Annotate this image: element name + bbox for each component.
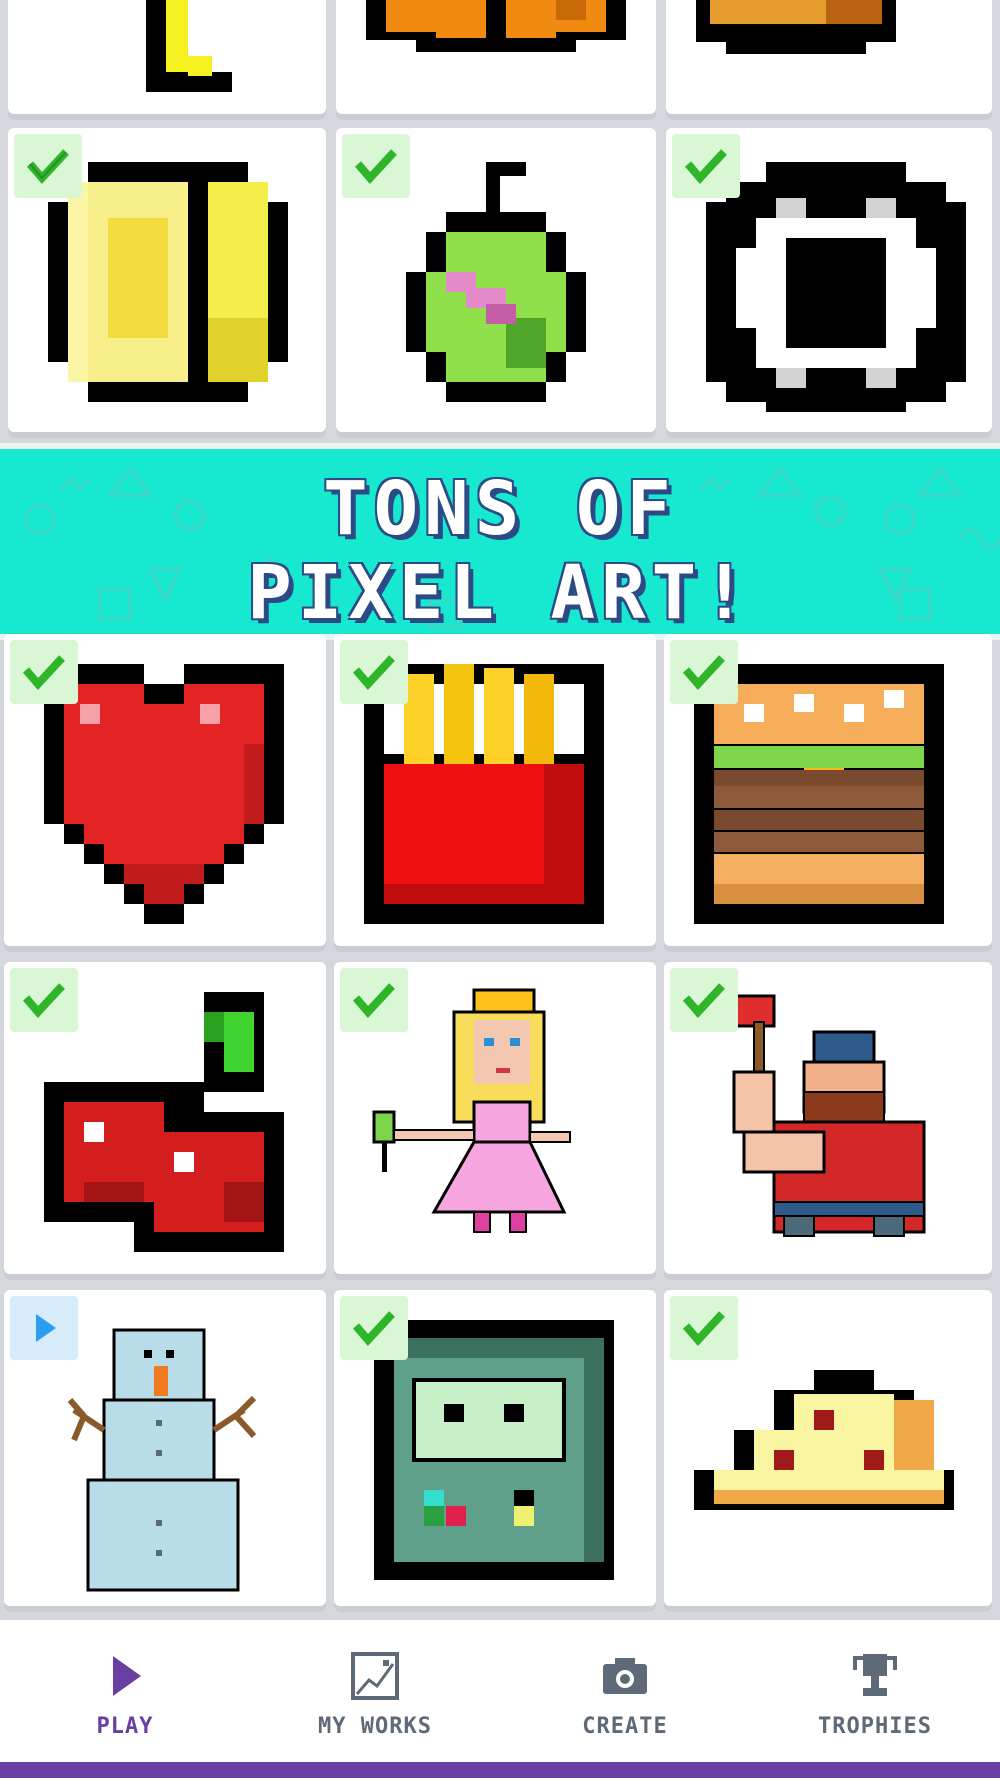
completed-badge — [10, 968, 78, 1032]
orange-fruit-art — [366, 0, 626, 52]
check-icon — [354, 149, 397, 185]
check-icon — [682, 1311, 725, 1347]
banner-title-line2: PIXEL ART! — [247, 550, 753, 636]
play-icon — [36, 1314, 56, 1342]
gallery-card-pear[interactable] — [336, 128, 656, 438]
camera-icon — [603, 1658, 647, 1694]
check-icon — [22, 655, 65, 691]
check-icon — [352, 983, 395, 1019]
completed-badge — [340, 1296, 408, 1360]
pie-art — [696, 0, 896, 54]
gallery-card-lumberjack[interactable] — [664, 962, 992, 1280]
completed-badge — [672, 134, 740, 198]
nav-accent-bar — [0, 1762, 1000, 1778]
completed-badge — [10, 640, 78, 704]
gallery-card-pizza[interactable] — [664, 1290, 992, 1612]
gallery-card-lemon[interactable] — [8, 128, 326, 438]
gallery-card-soccer-ball[interactable] — [666, 128, 992, 438]
nav-trophies[interactable]: TROPHIES — [750, 1620, 1000, 1762]
nav-my-works-label: MY WORKS — [318, 1714, 432, 1739]
my-works-icon — [351, 1652, 399, 1700]
play-icon — [113, 1656, 141, 1696]
check-icon — [684, 149, 727, 185]
gallery-card-letter-l[interactable] — [8, 0, 326, 120]
check-icon — [682, 983, 725, 1019]
nav-create-label: CREATE — [582, 1714, 668, 1739]
promo-banner: TONS OF PIXEL ART! — [0, 443, 1000, 640]
gallery-card-snowman[interactable] — [4, 1290, 326, 1612]
gallery-card-princess[interactable] — [334, 962, 656, 1280]
completed-badge — [670, 640, 738, 704]
gallery-card-pie[interactable] — [666, 0, 992, 120]
nav-trophies-label: TROPHIES — [818, 1714, 932, 1739]
in-progress-badge — [10, 1296, 78, 1360]
completed-badge — [670, 968, 738, 1032]
nav-my-works[interactable]: MY WORKS — [250, 1620, 500, 1762]
completed-badge — [670, 1296, 738, 1360]
gallery-card-burger[interactable] — [664, 634, 992, 952]
nav-play-label: PLAY — [96, 1714, 154, 1739]
check-icon — [352, 655, 395, 691]
completed-badge — [340, 640, 408, 704]
completed-badge — [340, 968, 408, 1032]
bottom-navigation: PLAY MY WORKS CREATE TROPHIES — [0, 1620, 1000, 1762]
check-icon — [22, 983, 65, 1019]
check-icon — [352, 1311, 395, 1347]
completed-badge — [342, 134, 410, 198]
gallery-card-orange-fruit[interactable] — [336, 0, 656, 120]
letter-l-art — [146, 0, 232, 92]
check-icon — [26, 149, 69, 185]
nav-play[interactable]: PLAY — [0, 1620, 250, 1762]
gallery-card-heart[interactable] — [4, 634, 326, 952]
nav-create[interactable]: CREATE — [500, 1620, 750, 1762]
banner-title-line1: TONS OF — [323, 466, 677, 552]
gallery-card-fries[interactable] — [334, 634, 656, 952]
gallery-card-robot[interactable] — [334, 1290, 656, 1612]
trophy-icon — [853, 1654, 897, 1696]
banner-title: TONS OF PIXEL ART! — [0, 466, 1000, 636]
completed-badge — [14, 134, 82, 198]
check-icon — [682, 655, 725, 691]
gallery-card-cherries[interactable] — [4, 962, 326, 1280]
